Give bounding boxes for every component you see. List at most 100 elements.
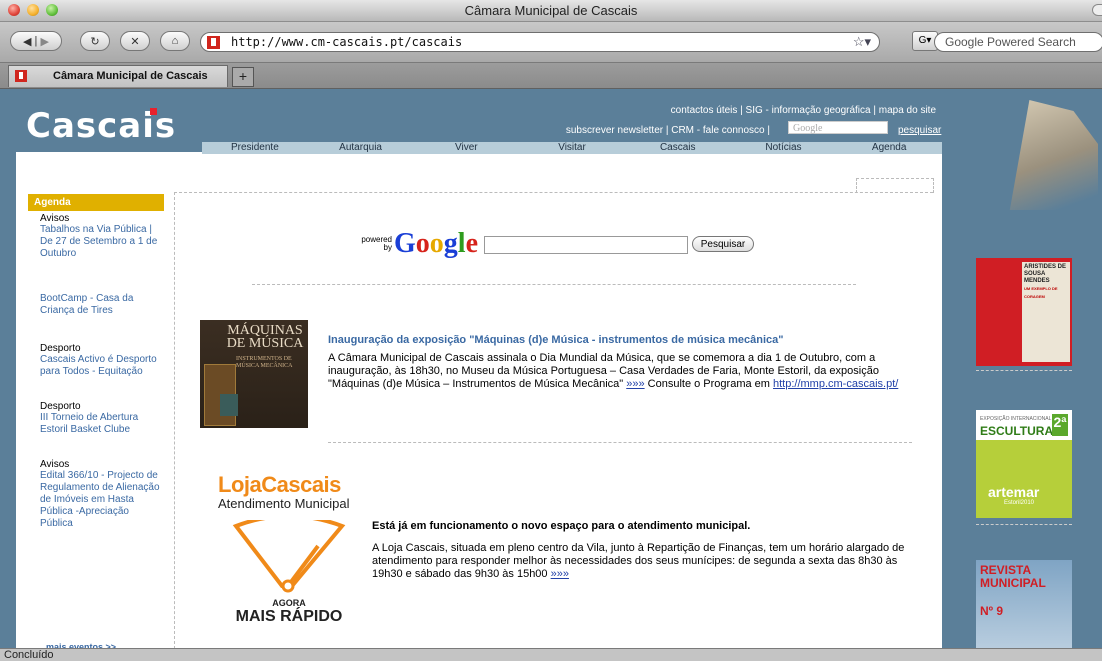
read-more-link[interactable]: »»»	[551, 568, 569, 580]
plus-icon: +	[238, 68, 248, 84]
agora-label: AGORA	[272, 598, 306, 608]
status-bar: Concluído	[0, 648, 1102, 661]
banner-title: ARISTIDES DE SOUSA MENDES	[1024, 264, 1067, 284]
bookmark-star-icon[interactable]: ☆▾	[853, 34, 871, 50]
header-search-link[interactable]: pesquisar	[898, 125, 941, 136]
news-text: A Loja Cascais, situada em pleno centro …	[372, 542, 905, 580]
event-link[interactable]: Cascais Activo é Desporto para Todos - E…	[40, 354, 160, 378]
site-header: Cascais contactos úteis | SIG - informaç…	[16, 96, 942, 154]
tab-label: Câmara Municipal de Cascais	[53, 70, 208, 82]
reload-button[interactable]: ↻	[80, 31, 110, 51]
loja-logo-name: LojaCascais	[218, 472, 341, 497]
banner-title: ESCULTURA	[980, 424, 1054, 438]
title-bar: Câmara Municipal de Cascais	[0, 0, 1102, 22]
header-links-top[interactable]: contactos úteis | SIG - informação geogr…	[671, 105, 936, 116]
header-links-bottom[interactable]: subscrever newsletter | CRM - fale conno…	[566, 125, 770, 136]
banner-title: REVISTA MUNICIPAL	[980, 563, 1046, 590]
menu-item-visitar[interactable]: Visitar	[519, 142, 625, 154]
banner-escultura[interactable]: EXPOSIÇÃO INTERNACIONAL DE ESCULTURA 2ª …	[976, 410, 1072, 518]
read-more-link[interactable]: »»»	[626, 378, 644, 390]
divider	[976, 370, 1072, 371]
agenda-event[interactable]: Avisos Edital 366/10 - Projecto de Regul…	[40, 459, 160, 530]
event-link[interactable]: III Torneio de Abertura Estoril Basket C…	[40, 412, 160, 436]
exhibition-image-subtitle: INSTRUMENTOS DE MÚSICA MECÂNICA	[236, 356, 293, 369]
news-body-exhibition: A Câmara Municipal de Cascais assinala o…	[328, 352, 906, 391]
google-logo: Google	[394, 228, 478, 259]
forward-icon[interactable]: ▶	[40, 35, 48, 48]
event-link[interactable]: Tabalhos na Via Pública | De 27 de Setem…	[40, 224, 160, 260]
content-tab-corner	[856, 178, 934, 193]
new-tab-button[interactable]: +	[232, 67, 254, 87]
event-link[interactable]: Edital 366/10 - Projecto de Regulamento …	[40, 470, 160, 530]
banner-escultura-header: EXPOSIÇÃO INTERNACIONAL DE ESCULTURA 2ª	[976, 410, 1072, 440]
agenda-event[interactable]: Avisos Tabalhos na Via Pública | De 27 d…	[40, 213, 160, 293]
news-body-loja: A Loja Cascais, situada em pleno centro …	[372, 542, 920, 581]
agenda-heading[interactable]: Agenda	[28, 194, 164, 211]
tab-favicon-icon	[15, 70, 27, 82]
web-page: Cascais contactos úteis | SIG - informaç…	[16, 96, 942, 652]
tab-bar: Câmara Municipal de Cascais +	[0, 63, 1102, 89]
agenda-event[interactable]: Desporto Cascais Activo é Desporto para …	[40, 343, 160, 401]
divider	[252, 284, 856, 285]
menu-item-agenda[interactable]: Agenda	[836, 142, 942, 154]
tab-cascais[interactable]: Câmara Municipal de Cascais	[8, 65, 228, 87]
mais-rapido-label: MAIS RÁPIDO	[235, 608, 343, 625]
stop-button[interactable]: ✕	[120, 31, 150, 51]
loja-logo-tagline: Atendimento Municipal	[218, 496, 350, 511]
toolbar-toggle-button[interactable]	[1092, 4, 1102, 16]
header-google-search-input[interactable]: Google	[788, 121, 888, 134]
search-field[interactable]: Google Powered Search	[934, 32, 1102, 52]
event-category: Desporto	[40, 343, 81, 354]
menu-item-cascais[interactable]: Cascais	[625, 142, 731, 154]
banner-year: Estoril2010	[1004, 500, 1035, 506]
home-icon: ⌂	[171, 35, 179, 47]
banner-aristides[interactable]: ARISTIDES DE SOUSA MENDES UM EXEMPLO DE C…	[976, 258, 1072, 366]
divider	[976, 524, 1072, 525]
banner-revista[interactable]: REVISTA MUNICIPAL Nº 9	[976, 560, 1072, 648]
banner-number: Nº 9	[980, 604, 1004, 618]
powered-by-label: powered by	[361, 235, 392, 252]
banner-small-text: EXPOSIÇÃO INTERNACIONAL DE	[980, 416, 1060, 422]
window-title: Câmara Municipal de Cascais	[464, 3, 638, 18]
news-title-loja[interactable]: Está já em funcionamento o novo espaço p…	[372, 520, 750, 532]
menu-item-autarquia[interactable]: Autarquia	[308, 142, 414, 154]
search-placeholder: Google Powered Search	[945, 35, 1076, 49]
menu-item-noticias[interactable]: Notícias	[731, 142, 837, 154]
tower-decoration	[1009, 100, 1098, 210]
menu-item-viver[interactable]: Viver	[413, 142, 519, 154]
stop-icon: ✕	[130, 35, 140, 48]
home-button[interactable]: ⌂	[160, 31, 190, 51]
banner-subtitle: UM EXEMPLO DE CORAGEM	[1024, 286, 1058, 299]
menu-item-presidente[interactable]: Presidente	[202, 142, 308, 154]
site-favicon-icon	[207, 36, 220, 49]
back-forward-buttons[interactable]: ◀ | ▶	[10, 31, 62, 51]
address-bar[interactable]: http://www.cm-cascais.pt/cascais ☆▾	[200, 32, 880, 52]
address-bar-url[interactable]: http://www.cm-cascais.pt/cascais	[231, 35, 462, 49]
consult-text: Consulte o Programa em	[647, 378, 770, 390]
event-category: Avisos	[40, 213, 70, 224]
google-search-button[interactable]: Pesquisar	[692, 236, 754, 252]
event-link[interactable]: BootCamp - Casa da Criança de Tires	[40, 293, 160, 317]
banner-brand: artemar	[988, 484, 1040, 500]
program-link[interactable]: http://mmp.cm-cascais.pt/	[773, 378, 898, 390]
banner-document-image: ARISTIDES DE SOUSA MENDES UM EXEMPLO DE C…	[1022, 262, 1070, 362]
music-box-detail	[220, 394, 238, 416]
divider	[328, 442, 912, 443]
main-menu: Presidente Autarquia Viver Visitar Casca…	[202, 142, 942, 154]
agenda-sidebar: Agenda Avisos Tabalhos na Via Pública | …	[28, 194, 164, 530]
reload-icon: ↻	[90, 35, 100, 48]
agenda-event[interactable]: Desporto III Torneio de Abertura Estoril…	[40, 401, 160, 459]
speed-gauge-icon	[232, 520, 346, 593]
loja-cascais-logo[interactable]: LojaCascais Atendimento Municipal	[218, 472, 350, 511]
news-title-exhibition[interactable]: Inauguração da exposição "Máquinas (d)e …	[328, 334, 783, 346]
google-search-input[interactable]	[484, 236, 688, 254]
agenda-event[interactable]: BootCamp - Casa da Criança de Tires	[40, 293, 160, 343]
event-category: Avisos	[40, 459, 70, 470]
exhibition-image[interactable]: MÁQUINAS DE MÚSICA INSTRUMENTOS DE MÚSIC…	[200, 320, 308, 428]
back-icon[interactable]: ◀	[23, 35, 31, 48]
google-search-icon: G▾	[918, 35, 932, 46]
browser-toolbar: ◀ | ▶ ↻ ✕ ⌂ http://www.cm-cascais.pt/cas…	[0, 22, 1102, 63]
event-category: Desporto	[40, 401, 81, 412]
logo-accent	[150, 108, 157, 115]
exhibition-image-title: MÁQUINAS DE MÚSICA	[226, 323, 304, 351]
